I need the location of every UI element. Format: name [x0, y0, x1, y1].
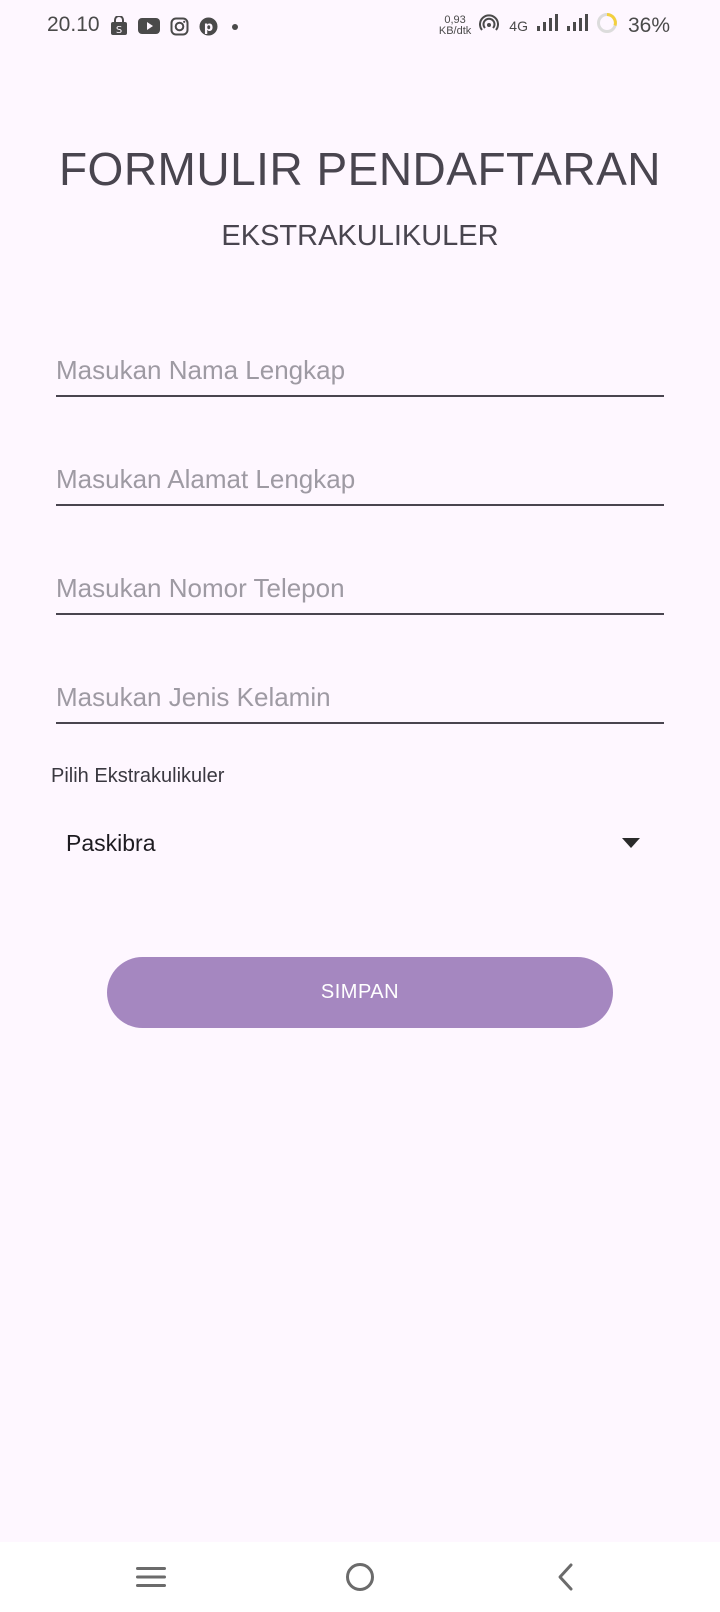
save-button[interactable]: SIMPAN: [107, 957, 613, 1028]
notification-icons: S p: [110, 15, 242, 41]
youtube-icon: [138, 17, 160, 40]
net-speed: 0,93 KB/dtk: [438, 13, 472, 37]
page-title: FORMULIR PENDAFTARAN: [58, 143, 662, 195]
menu-icon[interactable]: [121, 1552, 181, 1602]
status-bar: 20.10 S p 0,93 KB/dtk 4G 36%: [0, 0, 720, 56]
dropdown-arrow-icon: [622, 838, 640, 848]
phone-field[interactable]: [56, 563, 664, 615]
back-icon[interactable]: [536, 1552, 596, 1602]
address-field[interactable]: [56, 454, 664, 506]
app-screen: 20.10 S p 0,93 KB/dtk 4G 36% FORMULIR PE…: [0, 0, 720, 1612]
navigation-bar: [0, 1542, 720, 1612]
net-speed-unit: KB/dtk: [438, 24, 472, 37]
ekskul-selected-value: Paskibra: [66, 829, 156, 856]
svg-text:S: S: [116, 25, 122, 36]
status-time: 20.10: [47, 13, 100, 36]
battery-percent: 36%: [627, 13, 670, 37]
battery-icon: [596, 12, 618, 39]
signal-icon-secondary: [566, 14, 588, 37]
instagram-icon: [170, 17, 189, 41]
dot-icon: [228, 17, 242, 41]
gender-field[interactable]: [56, 672, 664, 724]
ekskul-dropdown[interactable]: Paskibra: [56, 815, 656, 871]
shopee-bag-icon: S: [110, 15, 128, 41]
signal-icon: [536, 14, 558, 37]
name-field[interactable]: [56, 345, 664, 397]
network-type: 4G: [509, 17, 528, 34]
net-speed-value: 0,93: [444, 13, 466, 26]
ekskul-label: Pilih Ekstrakulikuler: [51, 765, 225, 787]
status-right: 0,93 KB/dtk 4G 36%: [439, 12, 670, 39]
hotspot-icon: [479, 14, 500, 37]
home-icon[interactable]: [330, 1552, 390, 1602]
svg-text:p: p: [204, 20, 213, 35]
pinterest-icon: p: [199, 17, 218, 41]
page-subtitle: EKSTRAKULIKULER: [221, 220, 499, 252]
